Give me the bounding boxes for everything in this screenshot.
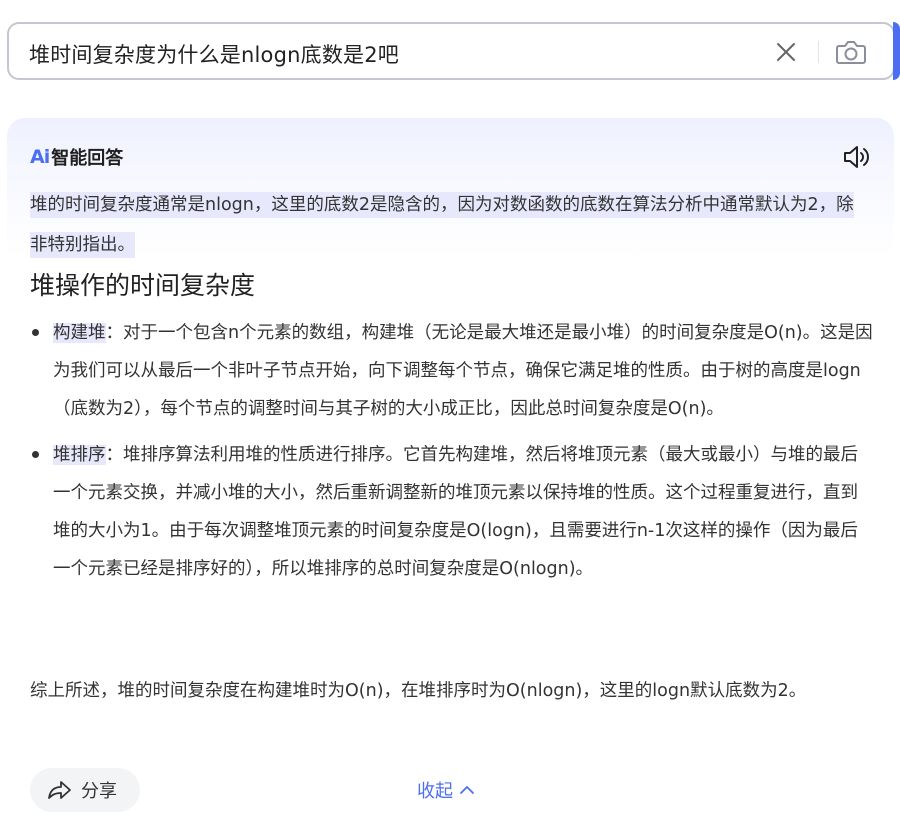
close-icon[interactable] <box>773 39 799 65</box>
bullet-text: ：对于一个包含n个元素的数组，构建堆（无论是最大堆还是最小堆）的时间复杂度是O(… <box>53 323 873 419</box>
answer-summary: 堆的时间复杂度通常是nlogn，这里的底数2是隐含的，因为对数函数的底数在算法分… <box>30 185 860 265</box>
chevron-up-icon <box>460 786 474 794</box>
ai-answer-header: Ai 智能回答 <box>30 144 123 170</box>
answer-conclusion: 综上所述，堆的时间复杂度在构建堆时为O(n)，在堆排序时为O(nlogn)，这里… <box>30 681 807 701</box>
share-label: 分享 <box>81 781 117 802</box>
bullet-dot <box>32 329 39 336</box>
bullet-text: ：堆排序算法利用堆的性质进行排序。它首先构建堆，然后将堆顶元素（最大或最小）与堆… <box>53 445 858 579</box>
camera-icon[interactable] <box>835 37 867 67</box>
bullet-list: 构建堆：对于一个包含n个元素的数组，构建堆（无论是最大堆还是最小堆）的时间复杂度… <box>30 314 875 588</box>
search-box[interactable]: 堆时间复杂度为什么是nlogn底数是2吧 <box>7 22 895 80</box>
list-item: 堆排序：堆排序算法利用堆的性质进行排序。它首先构建堆，然后将堆顶元素（最大或最小… <box>30 436 875 588</box>
section-title: 堆操作的时间复杂度 <box>30 271 256 300</box>
bullet-dot <box>32 451 39 458</box>
collapse-button[interactable]: 收起 <box>417 777 475 803</box>
share-icon <box>48 781 71 799</box>
search-button[interactable] <box>893 22 900 80</box>
ai-answer-title: 智能回答 <box>51 148 124 169</box>
bullet-term[interactable]: 构建堆 <box>53 323 106 343</box>
search-input[interactable]: 堆时间复杂度为什么是nlogn底数是2吧 <box>29 39 399 69</box>
bullet-term[interactable]: 堆排序 <box>53 445 106 465</box>
search-bar: 堆时间复杂度为什么是nlogn底数是2吧 <box>7 22 900 80</box>
ai-logo: Ai <box>30 146 50 168</box>
answer-summary-text: 堆的时间复杂度通常是nlogn，这里的底数2是隐含的，因为对数函数的底数在算法分… <box>30 192 854 258</box>
list-item: 构建堆：对于一个包含n个元素的数组，构建堆（无论是最大堆还是最小堆）的时间复杂度… <box>30 314 875 428</box>
search-divider <box>818 41 819 63</box>
ai-answer-card: Ai 智能回答 堆的时间复杂度通常是nlogn，这里的底数2是隐含的，因为对数函… <box>7 118 894 838</box>
share-button[interactable]: 分享 <box>30 768 140 812</box>
collapse-label: 收起 <box>417 781 453 802</box>
speaker-icon[interactable] <box>842 144 872 170</box>
